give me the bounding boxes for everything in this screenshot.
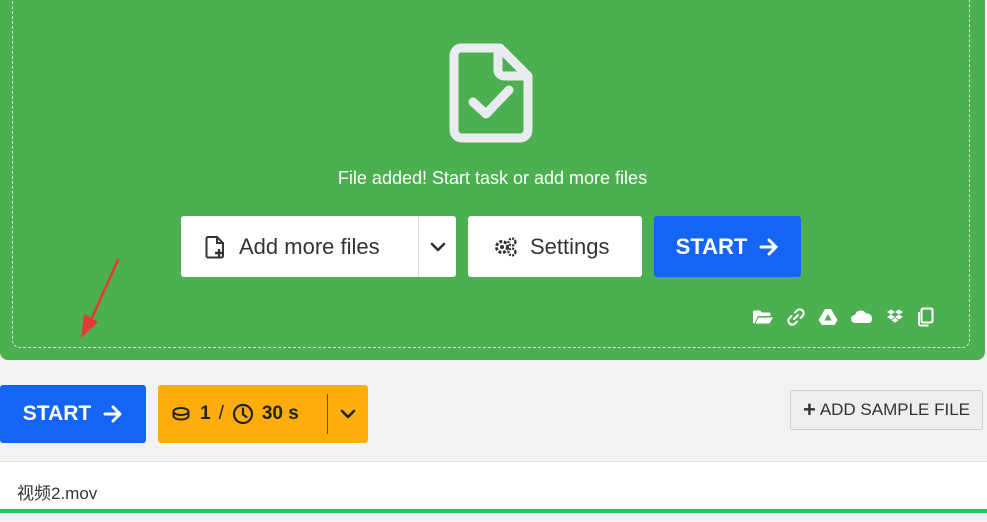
cost-separator: / — [218, 403, 224, 424]
plus-icon: + — [802, 397, 816, 422]
task-cost-button-group: 1 / 30 s — [158, 385, 368, 443]
upload-progress-bar — [0, 509, 987, 513]
file-check-icon — [449, 43, 533, 143]
add-more-files-label: Add more files — [239, 233, 380, 259]
add-more-files-button-group: Add more files — [181, 216, 456, 277]
clock-icon — [232, 403, 253, 425]
chevron-down-icon — [340, 409, 356, 419]
cost-dropdown-toggle[interactable] — [327, 394, 368, 434]
upload-progress-fill — [0, 509, 987, 513]
add-sample-file-button[interactable]: + ADD SAMPLE FILE — [790, 390, 983, 430]
add-more-dropdown-toggle[interactable] — [418, 216, 456, 277]
clipboard-icon[interactable] — [916, 307, 934, 327]
file-name: 视频2.mov — [17, 484, 98, 503]
file-list-item[interactable]: 视频2.mov — [0, 461, 987, 513]
add-more-files-button[interactable]: Add more files — [181, 216, 418, 277]
file-plus-icon — [205, 235, 224, 258]
time-value: 30 s — [261, 403, 299, 424]
dropzone-start-button[interactable]: START — [654, 216, 801, 277]
link-icon[interactable] — [786, 307, 806, 327]
add-sample-file-label: ADD SAMPLE FILE — [819, 400, 971, 419]
onedrive-icon[interactable] — [850, 309, 874, 325]
google-drive-icon[interactable] — [818, 308, 838, 326]
upload-sources — [752, 306, 934, 328]
dropzone-start-label: START — [675, 233, 748, 259]
credits-value: 1 — [200, 403, 211, 424]
settings-button[interactable]: Settings — [468, 216, 642, 277]
arrow-right-icon — [759, 238, 778, 255]
credits-coin-icon — [172, 407, 190, 421]
task-cost-info[interactable]: 1 / 30 s — [158, 385, 327, 443]
start-button[interactable]: START — [0, 385, 146, 443]
arrow-right-icon — [103, 405, 122, 423]
folder-icon[interactable] — [752, 309, 774, 325]
dropbox-icon[interactable] — [886, 308, 904, 326]
start-label: START — [22, 402, 92, 425]
dropzone-status-text: File added! Start task or add more files — [337, 168, 648, 188]
annotation-arrow — [81, 258, 120, 338]
chevron-down-icon — [430, 242, 445, 251]
gears-icon — [495, 236, 517, 257]
settings-label: Settings — [530, 233, 610, 259]
